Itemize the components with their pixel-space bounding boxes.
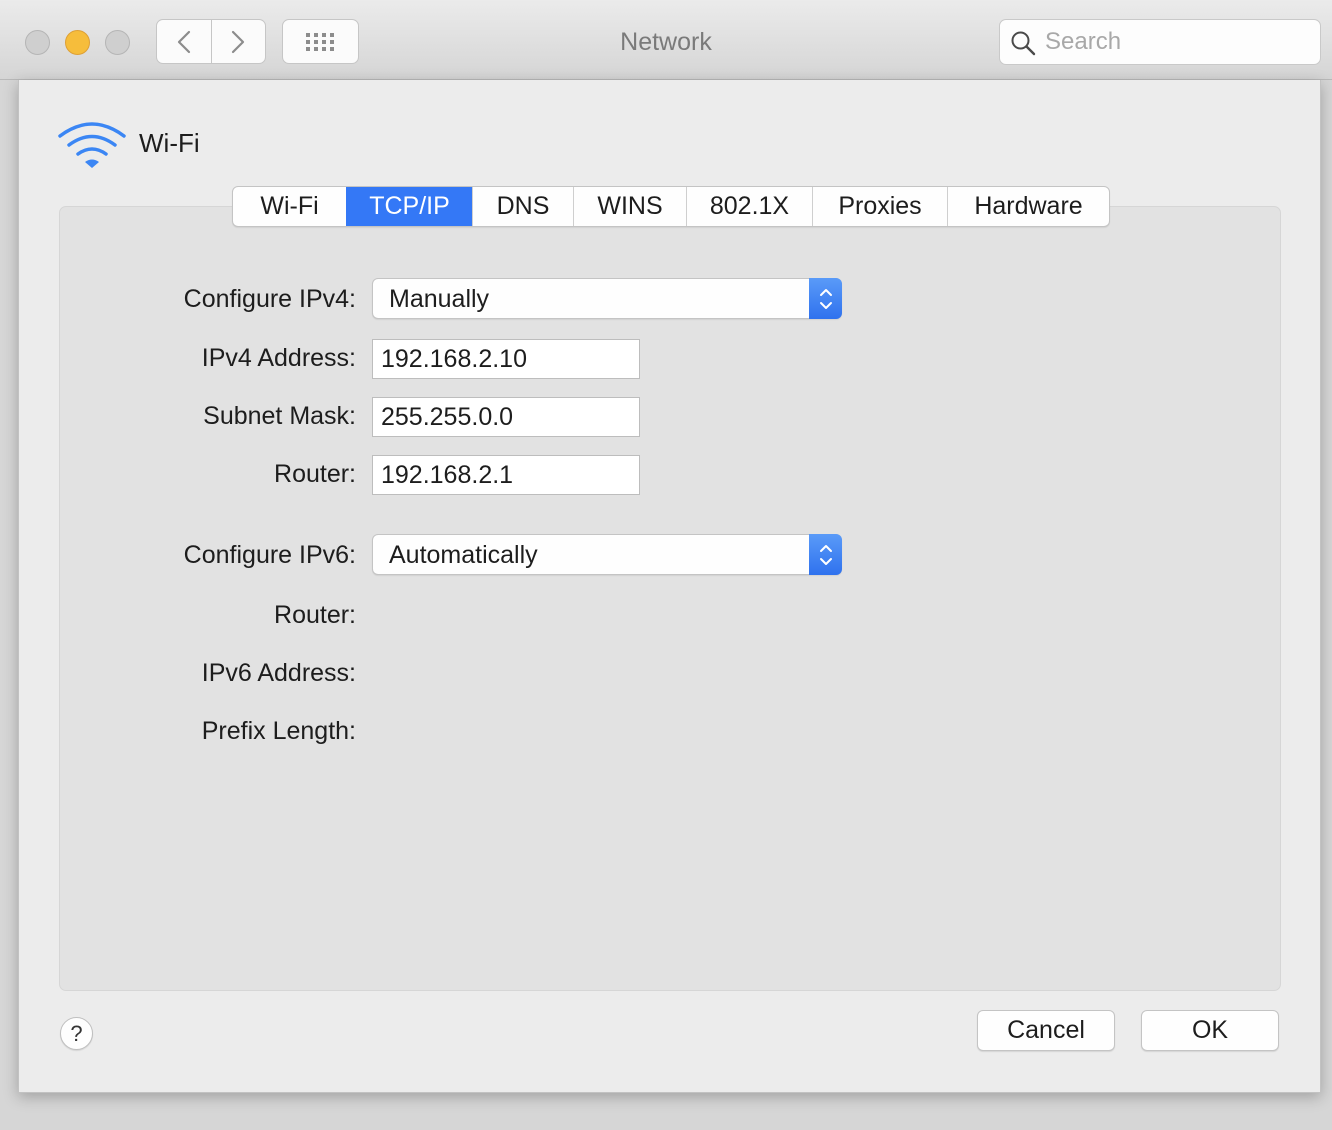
search-input[interactable] [1045,26,1305,58]
ipv4-router-input[interactable] [373,456,639,494]
configure-ipv4-popup[interactable]: Manually [372,278,842,319]
subnet-mask-label: Subnet Mask: [203,402,356,430]
subnet-mask-input[interactable] [373,398,639,436]
help-button[interactable]: ? [60,1017,93,1050]
configure-ipv4-label: Configure IPv4: [183,285,356,313]
configure-ipv6-popup[interactable]: Automatically [372,534,842,575]
tab-wifi[interactable]: Wi-Fi [233,187,346,226]
tab-8021x[interactable]: 802.1X [686,187,812,226]
ipv4-address-input[interactable] [373,340,639,378]
ipv6-router-label: Router: [274,601,356,629]
wifi-icon [58,122,126,168]
configure-ipv6-value: Automatically [389,541,538,569]
ok-button[interactable]: OK [1141,1010,1279,1051]
tab-tcpip[interactable]: TCP/IP [346,187,472,226]
tcpip-sheet: Wi-Fi Wi-Fi TCP/IP DNS WINS 802.1X Proxi… [18,80,1321,1093]
tab-wins[interactable]: WINS [573,187,686,226]
subnet-mask-field[interactable] [372,397,640,437]
configure-ipv4-value: Manually [389,285,490,313]
service-name: Wi-Fi [139,128,200,158]
updown-chevron-icon [809,534,842,575]
ipv6-address-label: IPv6 Address: [201,659,356,687]
ipv4-address-field[interactable] [372,339,640,379]
search-icon [1011,31,1036,56]
updown-chevron-icon [809,278,842,319]
tab-bar: Wi-Fi TCP/IP DNS WINS 802.1X Proxies Har… [232,186,1110,227]
title-bar: Network [0,0,1332,80]
prefix-length-label: Prefix Length: [201,717,356,745]
settings-panel [59,206,1281,991]
cancel-button[interactable]: Cancel [977,1010,1115,1051]
ipv4-address-label: IPv4 Address: [201,344,356,372]
tab-hardware[interactable]: Hardware [947,187,1109,226]
tab-dns[interactable]: DNS [472,187,573,226]
tab-proxies[interactable]: Proxies [812,187,947,226]
search-field[interactable] [999,19,1321,65]
configure-ipv6-label: Configure IPv6: [183,541,356,569]
ipv4-router-field[interactable] [372,455,640,495]
ipv4-router-label: Router: [274,460,356,488]
